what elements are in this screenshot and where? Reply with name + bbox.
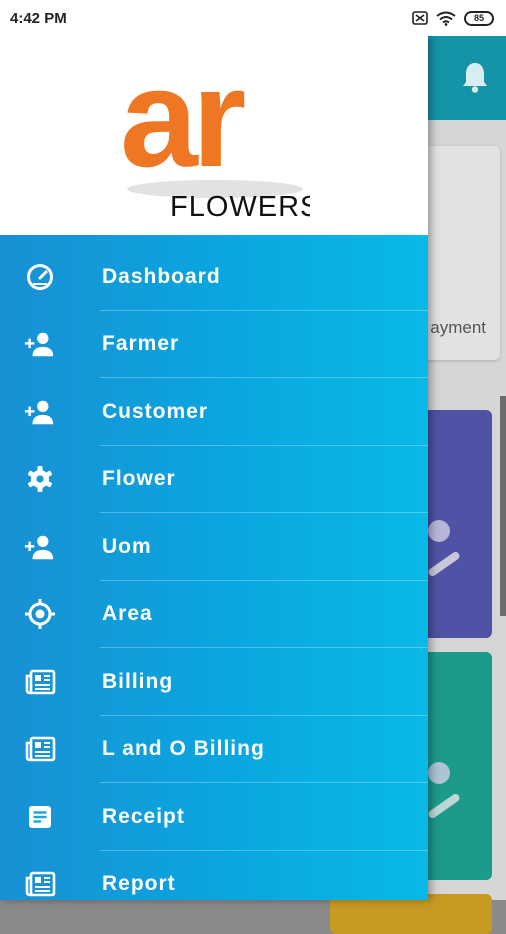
menu-item-dashboard[interactable]: Dashboard [0, 243, 428, 311]
newspaper-icon [24, 868, 56, 900]
notification-bell-icon[interactable] [460, 60, 490, 99]
tile-person-icon [428, 520, 450, 542]
tile-arm-shape [426, 550, 462, 578]
menu-item-label: Receipt [102, 804, 185, 828]
menu-item-label: Area [102, 602, 153, 626]
drawer-header: ar FLOWERS [0, 36, 428, 235]
menu-item-l-and-o-billing[interactable]: L and O Billing [0, 716, 428, 783]
newspaper-icon [24, 733, 56, 765]
navigation-drawer: ar FLOWERS Dashboard Farmer Customer Flo… [0, 36, 428, 900]
payment-card-label: ayment [430, 318, 486, 337]
menu-item-customer[interactable]: Customer [0, 378, 428, 446]
gear-icon [24, 463, 56, 495]
menu-item-area[interactable]: Area [0, 581, 428, 648]
status-bar: 4:42 PM 85 [0, 0, 506, 36]
add-person-icon [24, 531, 56, 563]
newspaper-icon [24, 666, 56, 698]
add-person-icon [24, 396, 56, 428]
wifi-icon [436, 11, 456, 26]
menu-item-label: Report [102, 872, 176, 896]
logo-text: ar [120, 54, 245, 196]
status-time: 4:42 PM [10, 9, 67, 27]
ar-flowers-logo: ar FLOWERS [120, 54, 310, 223]
menu-item-flower[interactable]: Flower [0, 446, 428, 513]
brand-name: FLOWERS [170, 191, 310, 223]
menu-item-billing[interactable]: Billing [0, 648, 428, 716]
menu-item-label: Flower [102, 467, 176, 491]
scrollbar[interactable] [500, 396, 506, 616]
menu-item-label: Customer [102, 399, 209, 423]
dashboard-tile[interactable] [330, 894, 492, 934]
tile-arm-shape [426, 792, 462, 820]
menu-item-label: Dashboard [102, 264, 221, 288]
battery-level: 85 [473, 13, 484, 23]
menu-item-label: Farmer [102, 332, 180, 356]
document-icon [24, 801, 56, 833]
menu-item-uom[interactable]: Uom [0, 513, 428, 581]
menu-item-receipt[interactable]: Receipt [0, 783, 428, 851]
battery-icon: 85 [464, 10, 494, 26]
target-icon [24, 598, 56, 630]
menu-item-report[interactable]: Report [0, 851, 428, 901]
menu-item-label: Billing [102, 669, 174, 693]
status-icons: 85 [412, 10, 494, 26]
menu-item-farmer[interactable]: Farmer [0, 311, 428, 378]
drawer-menu: Dashboard Farmer Customer Flower Uom Are… [0, 235, 428, 900]
tile-person-icon [428, 762, 450, 784]
notification-muted-icon [412, 11, 428, 25]
speedometer-icon [24, 261, 56, 293]
menu-item-label: L and O Billing [102, 737, 265, 761]
add-person-icon [24, 328, 56, 360]
menu-item-label: Uom [102, 534, 152, 558]
